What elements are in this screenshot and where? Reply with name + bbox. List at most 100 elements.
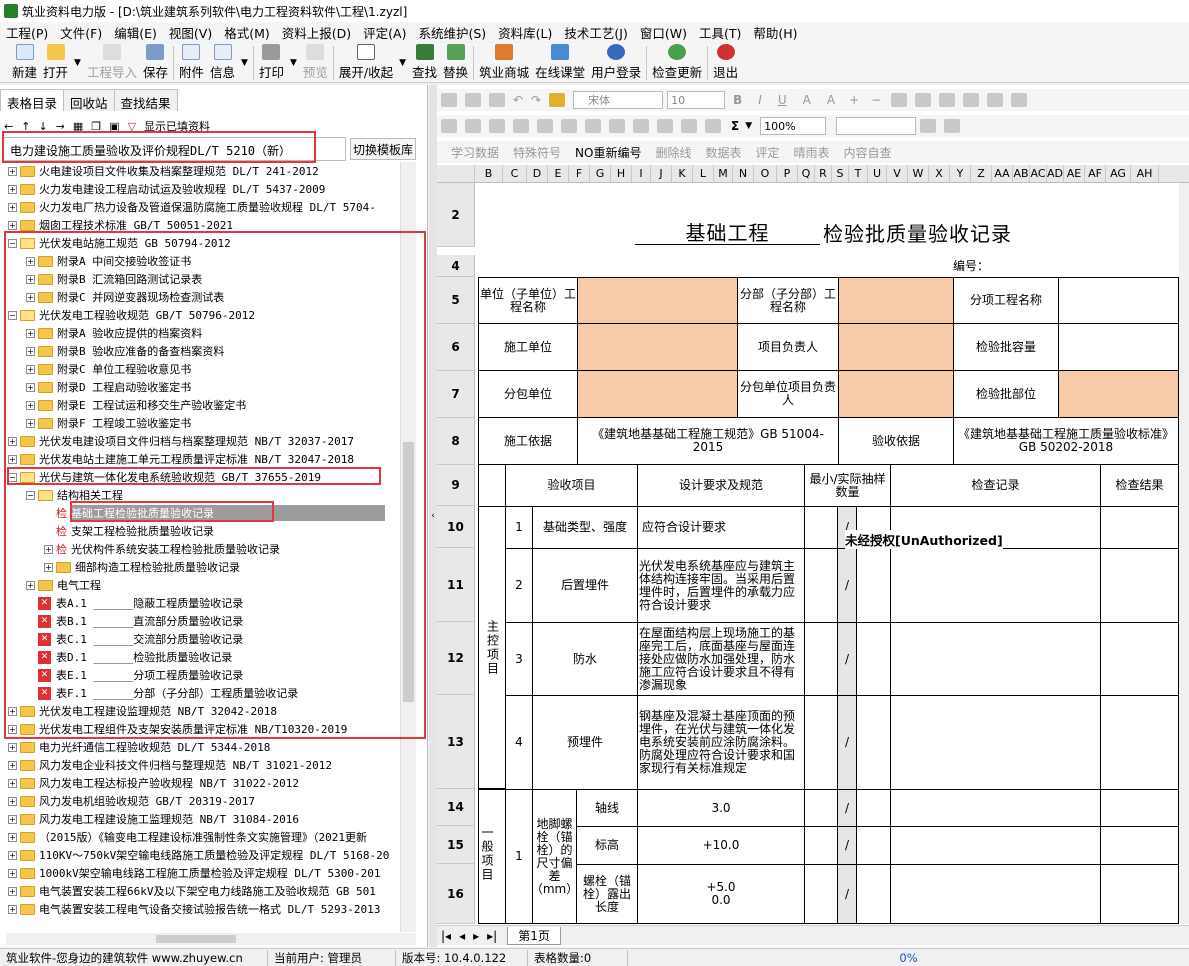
column-header-cell[interactable]: C — [503, 165, 527, 182]
tree-node[interactable]: − 结构相关工程 — [6, 486, 416, 504]
column-header-cell[interactable]: X — [929, 165, 950, 182]
expand-icon[interactable]: + — [8, 850, 17, 860]
paste-icon[interactable] — [489, 93, 505, 107]
expand-icon[interactable]: + — [26, 364, 35, 374]
subcontractor-field[interactable] — [577, 370, 738, 418]
tree-node[interactable]: + 火力发电厂热力设备及管道保温防腐施工质量验收规程 DL/T 5704- — [6, 198, 416, 216]
print-dropdown-icon[interactable]: ▼ — [287, 58, 300, 68]
bold-icon[interactable]: B — [733, 93, 742, 107]
evaluate-button[interactable]: 评定 — [756, 144, 780, 161]
form-title-project[interactable]: 基础工程 — [635, 219, 820, 245]
general-sample-a[interactable] — [804, 864, 838, 924]
renumber-button[interactable]: NO重新编号 — [575, 144, 641, 161]
tree-node[interactable]: + 光伏发电工程组件及支架安装质量评定标准 NB/T10320-2019 — [6, 720, 416, 738]
column-header-cell[interactable]: I — [632, 165, 651, 182]
tree-node[interactable]: + 附录A 中间交接验收签证书 — [6, 252, 416, 270]
arrow-right-icon[interactable]: → — [56, 120, 65, 133]
column-header-cell[interactable]: AG — [1106, 165, 1131, 182]
item-record[interactable] — [890, 695, 1101, 790]
image-icon[interactable] — [681, 119, 697, 133]
expand-icon[interactable]: + — [8, 832, 17, 842]
tree-node[interactable]: + 附录A 验收应提供的档案资料 — [6, 324, 416, 342]
tree-node[interactable]: − 光伏发电工程验收规范 GB/T 50796-2012 — [6, 306, 416, 324]
open-dropdown-icon[interactable]: ▼ — [71, 58, 84, 68]
column-header-cell[interactable]: AH — [1131, 165, 1159, 182]
self-check-button[interactable]: 内容自查 — [844, 144, 892, 161]
import-button[interactable]: 工程导入 — [84, 43, 140, 81]
menu-item-6[interactable]: 评定(A) — [357, 23, 412, 42]
tree-node[interactable]: ✕ 表A.1 ______隐蔽工程质量验收记录 — [6, 594, 416, 612]
expand-icon[interactable]: + — [8, 166, 17, 176]
grid-icon[interactable]: ▦ — [73, 120, 83, 133]
brush-icon[interactable] — [549, 93, 566, 107]
expand-icon[interactable]: + — [26, 418, 35, 428]
general-result[interactable] — [1100, 864, 1179, 924]
expand-icon[interactable]: + — [8, 742, 17, 752]
expand-icon[interactable]: + — [8, 454, 17, 464]
acceptance-basis-value[interactable]: 《建筑地基基础工程施工质量验收标准》GB 50202-2018 — [953, 417, 1179, 465]
tree-node[interactable]: + 电气装置安装工程电气设备交接试验报告统一格式 DL/T 5293-2013 — [6, 900, 416, 918]
row-header[interactable]: 11 — [437, 548, 475, 622]
tree-node[interactable]: 检支架工程检验批质量验收记录 — [6, 522, 416, 540]
attach-button[interactable]: 附件 — [176, 43, 207, 81]
sheet-tab-page1[interactable]: 第1页 — [507, 926, 561, 945]
collapse-icon[interactable]: − — [8, 310, 17, 320]
expand-icon[interactable]: + — [8, 886, 17, 896]
item-sample-b[interactable]: / — [837, 695, 857, 790]
general-sample-a[interactable] — [804, 789, 838, 827]
expand-icon[interactable]: + — [26, 382, 35, 392]
highlight-icon[interactable]: A — [803, 93, 811, 107]
menu-item-10[interactable]: 窗口(W) — [634, 23, 693, 42]
unit-name-field[interactable] — [577, 277, 738, 324]
plus-icon[interactable]: + — [849, 93, 859, 107]
row-header[interactable]: 16 — [437, 864, 475, 924]
expand-icon[interactable]: + — [8, 184, 17, 194]
tree-node[interactable]: 检基础工程检验批质量验收记录 — [6, 504, 416, 522]
expand-icon[interactable]: + — [8, 868, 17, 878]
column-header-cell[interactable]: AA — [992, 165, 1013, 182]
tree-node[interactable]: + 火力发电建设工程启动试运及验收规程 DL/T 5437-2009 — [6, 180, 416, 198]
expand-icon[interactable]: + — [8, 796, 17, 806]
expand-icon[interactable]: + — [26, 256, 35, 266]
expand-icon[interactable]: + — [8, 814, 17, 824]
general-sample-c[interactable] — [856, 789, 891, 827]
item-sample-c[interactable] — [856, 622, 891, 696]
column-header-cell[interactable]: H — [611, 165, 632, 182]
classroom-button[interactable]: 在线课堂 — [532, 43, 588, 81]
row-header[interactable]: 9 — [437, 465, 475, 506]
column-header-cell[interactable]: B — [475, 165, 503, 182]
item-sample-b[interactable]: / — [837, 548, 857, 623]
item-record[interactable] — [890, 622, 1101, 696]
zoom-select[interactable]: 100% — [760, 117, 827, 135]
item-sample-a[interactable] — [804, 506, 838, 549]
paste-icon[interactable]: ▣ — [109, 120, 119, 133]
tree-node[interactable]: ✕ 表E.1 ______分项工程质量验收记录 — [6, 666, 416, 684]
tree-vertical-scrollbar[interactable] — [400, 162, 416, 932]
special-symbol-button[interactable]: 特殊符号 — [513, 144, 561, 161]
row-header[interactable]: 7 — [437, 371, 475, 418]
expand-icon[interactable]: + — [8, 220, 17, 230]
tree-node[interactable]: + 光伏发电建设项目文件归档与档案整理规范 NB/T 32037-2017 — [6, 432, 416, 450]
expand-icon[interactable]: + — [8, 706, 17, 716]
row-header[interactable]: 12 — [437, 622, 475, 695]
weather-button[interactable]: 晴雨表 — [794, 144, 830, 161]
tab-catalog[interactable]: 表格目录 — [0, 89, 65, 111]
general-sample-c[interactable] — [856, 864, 891, 924]
column-header-cell[interactable]: Q — [798, 165, 815, 182]
tab-recycle[interactable]: 回收站 — [63, 89, 115, 111]
item-sample-b[interactable]: / — [837, 622, 857, 696]
column-header-cell[interactable]: J — [651, 165, 672, 182]
batch-capacity-field[interactable] — [1058, 323, 1179, 371]
menu-item-4[interactable]: 格式(M) — [218, 23, 276, 42]
fraction-icon[interactable] — [915, 93, 932, 107]
tree-node[interactable]: + 附录B 验收应准备的备查档案资料 — [6, 342, 416, 360]
tree-node[interactable]: +110KV～750kV架空输电线路施工质量检验及评定规程 DL/T 5168-… — [6, 846, 416, 864]
split-icon[interactable] — [465, 119, 481, 133]
general-sample-b[interactable]: / — [837, 864, 857, 924]
expand-dropdown-icon[interactable]: ▼ — [396, 58, 409, 68]
column-header-cell[interactable]: N — [733, 165, 754, 182]
line-style-select[interactable] — [836, 117, 917, 135]
undo-icon[interactable]: ↶ — [513, 93, 523, 107]
tree-node[interactable]: + 烟囱工程技术标准 GB/T 50051-2021 — [6, 216, 416, 234]
general-result[interactable] — [1100, 826, 1179, 865]
